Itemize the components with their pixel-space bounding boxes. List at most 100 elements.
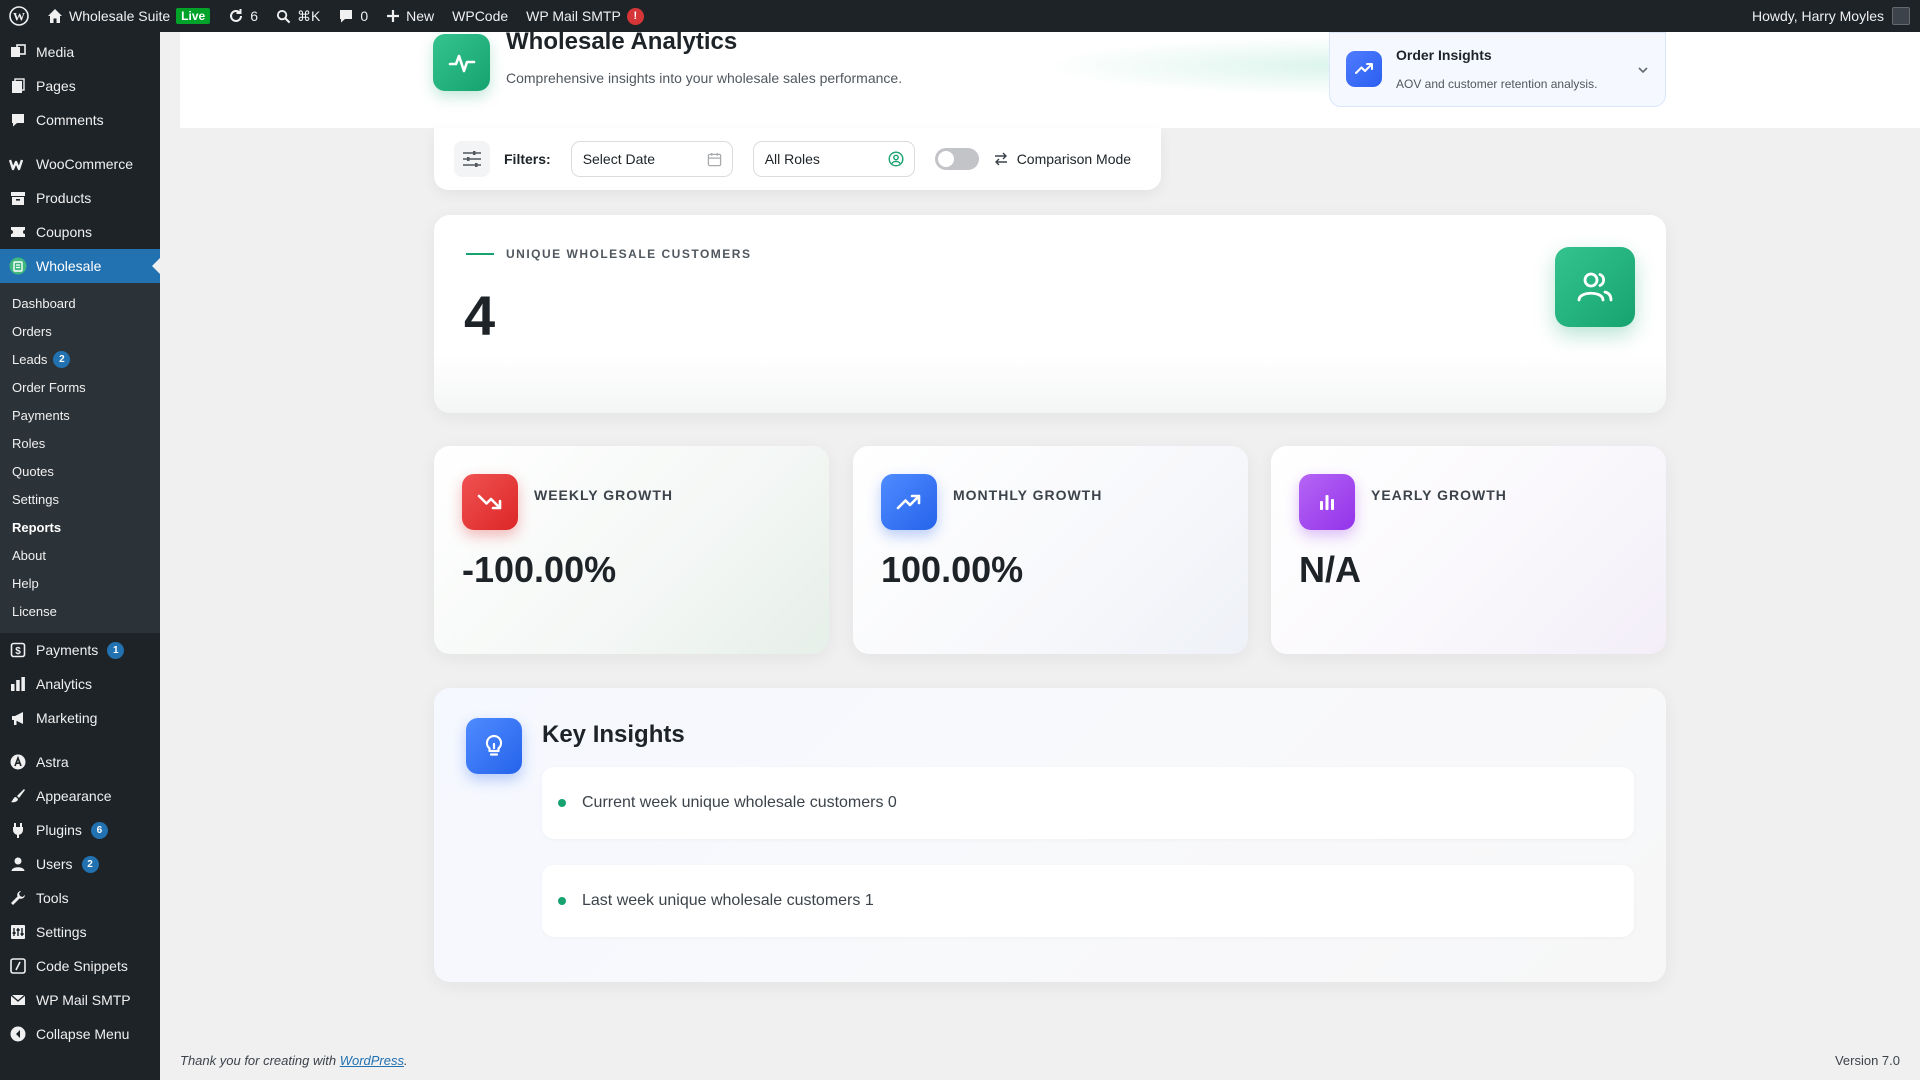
lightbulb-icon	[466, 718, 522, 774]
menu-payments[interactable]: $ Payments 1	[0, 633, 160, 667]
menu-label: Collapse Menu	[36, 1026, 130, 1042]
payments-count-badge: 1	[107, 641, 125, 659]
yearly-growth-card: YEARLY GROWTH N/A	[1271, 446, 1666, 654]
menu-wholesale[interactable]: Wholesale	[0, 249, 160, 283]
menu-users[interactable]: Users 2	[0, 847, 160, 881]
collapse-menu-button[interactable]: Collapse Menu	[0, 1017, 160, 1051]
submenu-quotes[interactable]: Quotes	[0, 457, 160, 485]
search-icon	[276, 9, 291, 23]
menu-label: Marketing	[36, 710, 98, 726]
growth-title: WEEKLY GROWTH	[534, 487, 674, 503]
menu-label: Coupons	[36, 224, 93, 240]
users-count-badge: 2	[81, 855, 99, 873]
menu-woocommerce[interactable]: WooCommerce	[0, 147, 160, 181]
wpcode-label: WPCode	[452, 8, 509, 24]
growth-title: YEARLY GROWTH	[1371, 487, 1507, 503]
wp-mail-smtp-link[interactable]: WP Mail SMTP !	[517, 0, 653, 32]
updates-count: 6	[250, 8, 258, 24]
insight-item: Current week unique wholesale customers …	[542, 767, 1634, 839]
bullet-dot	[558, 897, 566, 905]
submenu-reports[interactable]: Reports	[0, 513, 160, 541]
chevron-down-icon	[1637, 63, 1649, 81]
sliders-icon[interactable]	[454, 141, 490, 177]
growth-value: N/A	[1299, 549, 1361, 590]
submenu-label: License	[12, 603, 57, 619]
menu-products[interactable]: Products	[0, 181, 160, 215]
search-shortcut-label: ⌘K	[296, 7, 321, 24]
submenu-roles[interactable]: Roles	[0, 429, 160, 457]
new-content-link[interactable]: New	[377, 0, 443, 32]
bar-chart-icon	[1299, 474, 1355, 530]
submenu-license[interactable]: License	[0, 597, 160, 625]
menu-label: Tools	[36, 890, 69, 906]
wordpress-logo-icon[interactable]: W	[0, 0, 38, 32]
order-insights-dropdown[interactable]: Order Insights AOV and customer retentio…	[1329, 32, 1666, 107]
svg-text:W: W	[13, 10, 25, 24]
mail-icon	[9, 991, 27, 1009]
menu-media[interactable]: Media	[0, 35, 160, 69]
my-account[interactable]: Howdy, Harry Moyles	[1752, 7, 1920, 25]
menu-label: Plugins	[36, 822, 82, 838]
comments-count: 0	[360, 8, 369, 24]
submenu-label: Quotes	[12, 463, 54, 479]
home-icon	[48, 9, 62, 23]
submenu-help[interactable]: Help	[0, 569, 160, 597]
users-icon	[1555, 247, 1635, 327]
live-badge: Live	[176, 8, 211, 24]
comments-link[interactable]: 0	[329, 0, 377, 32]
menu-coupons[interactable]: Coupons	[0, 215, 160, 249]
menu-wp-mail-smtp[interactable]: WP Mail SMTP	[0, 983, 160, 1017]
leads-count-badge: 2	[53, 350, 71, 368]
submenu-label: Reports	[12, 519, 62, 535]
menu-plugins[interactable]: Plugins 6	[0, 813, 160, 847]
menu-marketing[interactable]: Marketing	[0, 701, 160, 735]
submenu-label: Settings	[12, 491, 59, 507]
insights-title: Key Insights	[542, 721, 685, 748]
submenu-label: Orders	[12, 323, 52, 339]
menu-label: Appearance	[36, 788, 112, 804]
role-select[interactable]: All Roles	[752, 141, 915, 177]
submenu-leads[interactable]: Leads 2	[0, 345, 160, 373]
submenu-order-forms[interactable]: Order Forms	[0, 373, 160, 401]
wpcode-link[interactable]: WPCode	[443, 0, 517, 32]
menu-settings[interactable]: Settings	[0, 915, 160, 949]
submenu-label: Leads	[12, 351, 48, 367]
submenu-label: Dashboard	[12, 295, 76, 311]
menu-pages[interactable]: Pages	[0, 69, 160, 103]
alert-badge: !	[626, 7, 644, 25]
new-label: New	[406, 8, 435, 24]
menu-analytics[interactable]: Analytics	[0, 667, 160, 701]
comparison-mode[interactable]: Comparison Mode	[993, 151, 1131, 167]
submenu-about[interactable]: About	[0, 541, 160, 569]
insight-item: Last week unique wholesale customers 1	[542, 865, 1634, 937]
submenu-dashboard[interactable]: Dashboard	[0, 289, 160, 317]
menu-astra[interactable]: Astra	[0, 745, 160, 779]
menu-label: Pages	[36, 78, 76, 94]
wordpress-link[interactable]: WordPress	[340, 1053, 404, 1068]
site-name-link[interactable]: Wholesale Suite Live	[38, 0, 219, 32]
submenu-label: Roles	[12, 435, 46, 451]
menu-comments[interactable]: Comments	[0, 103, 160, 137]
menu-tools[interactable]: Tools	[0, 881, 160, 915]
customers-value: 4	[464, 284, 496, 347]
comparison-toggle[interactable]	[934, 148, 979, 170]
pages-icon	[9, 77, 27, 95]
search-shortcut[interactable]: ⌘K	[267, 0, 329, 32]
comments-icon	[9, 111, 27, 129]
swap-arrows-icon	[994, 152, 1007, 166]
unique-customers-card: UNIQUE WHOLESALE CUSTOMERS 4	[434, 215, 1666, 413]
submenu-orders[interactable]: Orders	[0, 317, 160, 345]
menu-appearance[interactable]: Appearance	[0, 779, 160, 813]
updates-link[interactable]: 6	[219, 0, 267, 32]
menu-code-snippets[interactable]: Code Snippets	[0, 949, 160, 983]
growth-title: MONTHLY GROWTH	[953, 487, 1103, 503]
submenu-settings[interactable]: Settings	[0, 485, 160, 513]
media-icon	[9, 43, 27, 61]
submenu-payments[interactable]: Payments	[0, 401, 160, 429]
submenu-label: Help	[12, 575, 39, 591]
date-select[interactable]: Select Date	[570, 141, 733, 177]
activity-icon	[433, 34, 490, 91]
filters-bar: Filters: Select Date All Roles Compariso…	[434, 128, 1161, 190]
comment-bubble-icon	[340, 10, 353, 23]
avatar	[1892, 7, 1910, 25]
